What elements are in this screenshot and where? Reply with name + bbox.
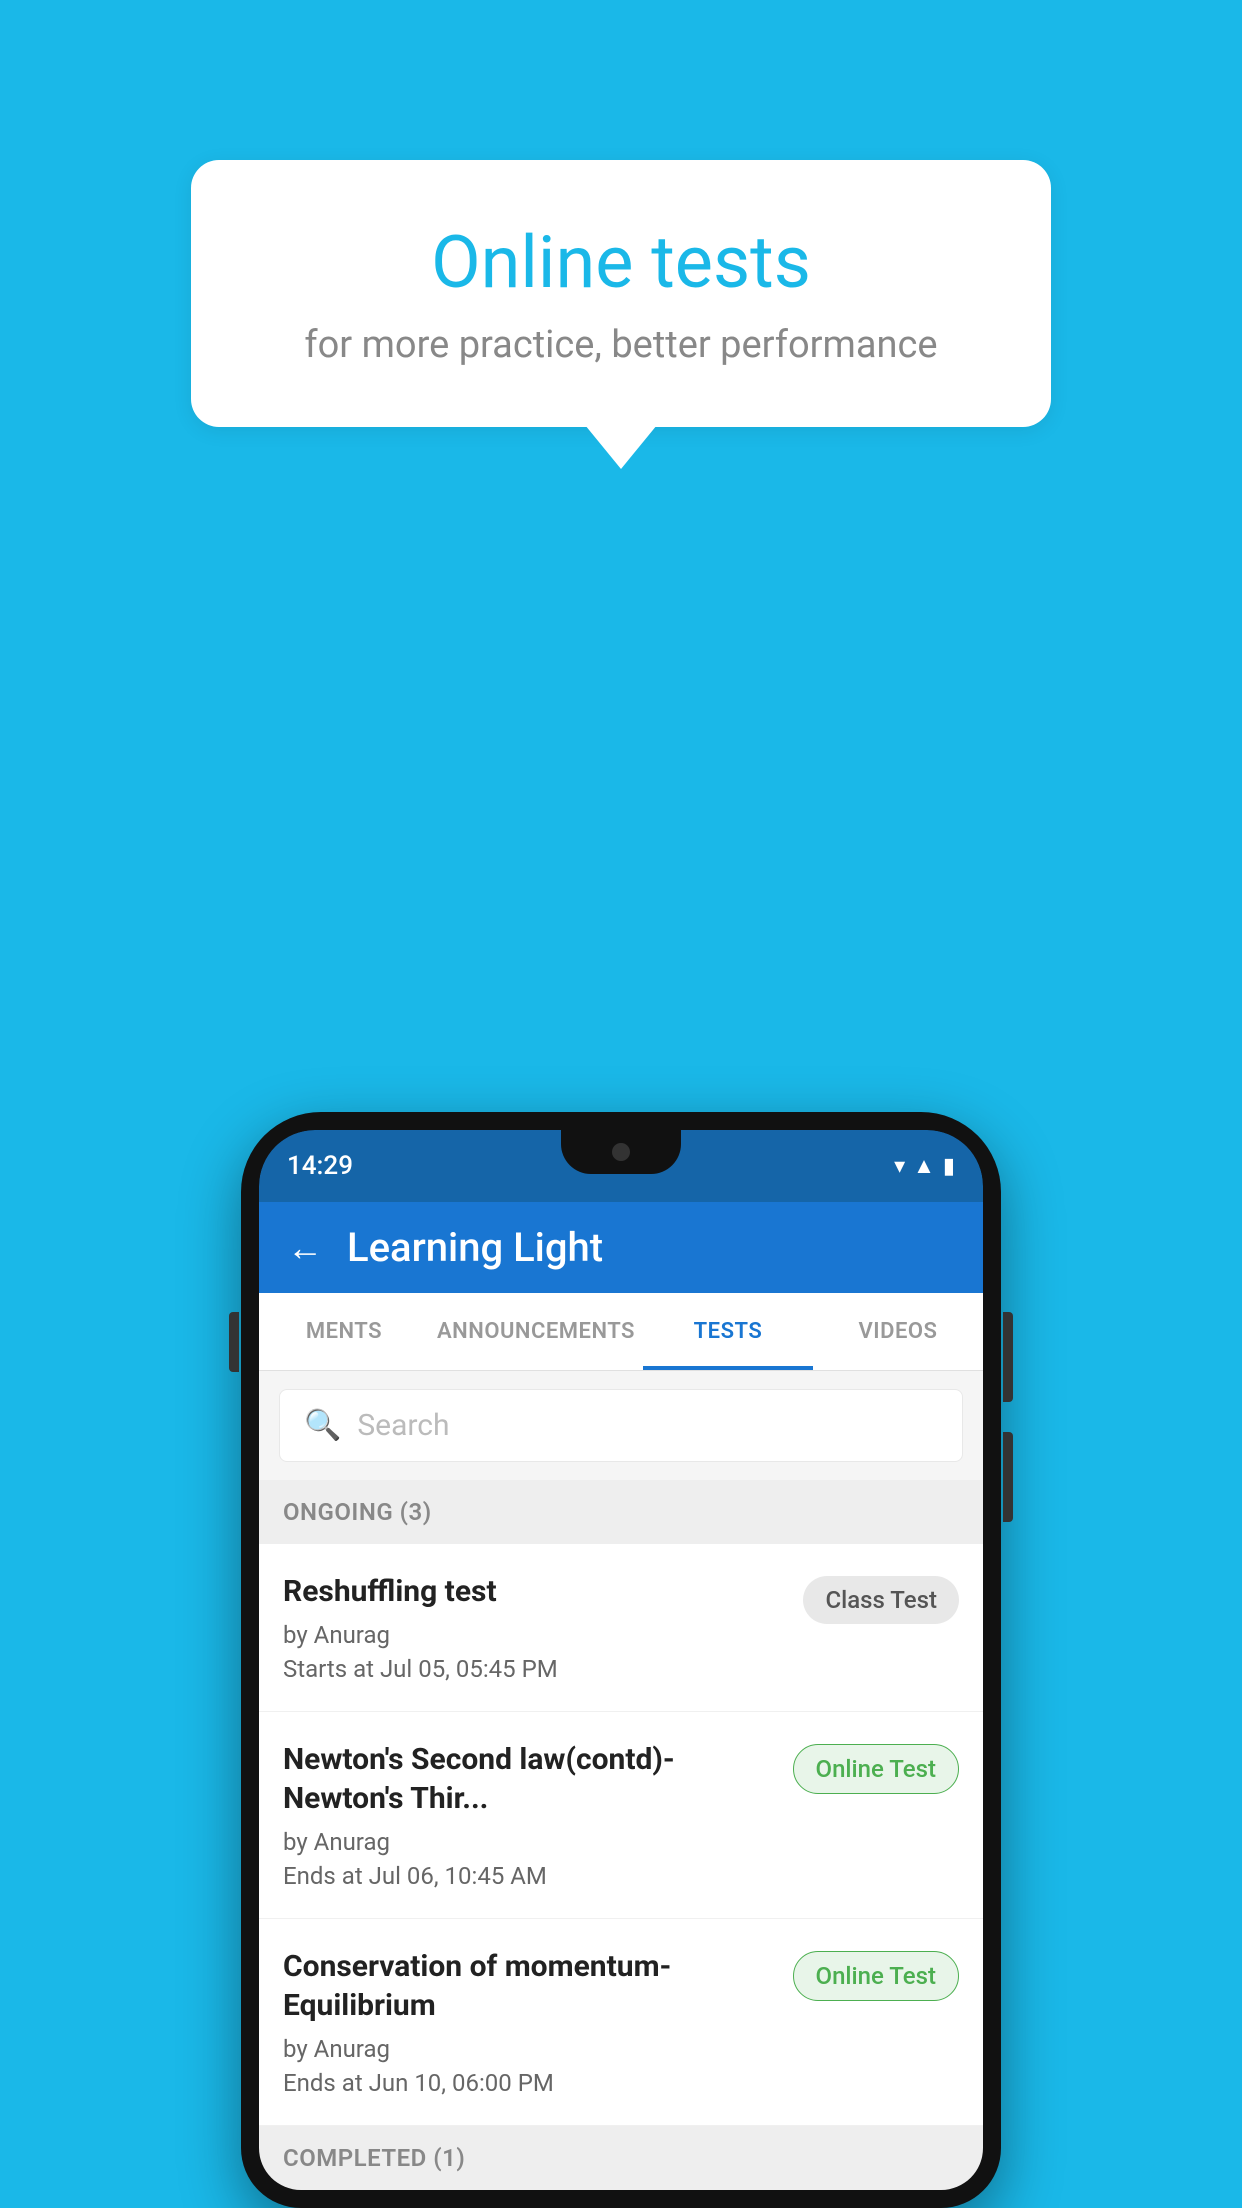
phone-notch — [561, 1130, 681, 1174]
test-time-1: Starts at Jul 05, 05:45 PM — [283, 1655, 787, 1683]
app-header: ← Learning Light — [259, 1202, 983, 1293]
ongoing-section-title: ONGOING (3) — [283, 1498, 432, 1526]
search-container: 🔍 Search — [259, 1371, 983, 1480]
tests-list: Reshuffling test by Anurag Starts at Jul… — [259, 1544, 983, 2126]
test-author-2: by Anurag — [283, 1828, 777, 1856]
tab-ments[interactable]: MENTS — [259, 1293, 429, 1370]
test-badge-1: Class Test — [803, 1576, 959, 1624]
test-info-1: Reshuffling test by Anurag Starts at Jul… — [283, 1572, 787, 1683]
test-author-3: by Anurag — [283, 2035, 777, 2063]
status-icons: ▾ ▲ ▮ — [894, 1153, 955, 1179]
test-badge-2: Online Test — [793, 1744, 959, 1794]
test-time-3: Ends at Jun 10, 06:00 PM — [283, 2069, 777, 2097]
test-item-1[interactable]: Reshuffling test by Anurag Starts at Jul… — [259, 1544, 983, 1712]
search-icon: 🔍 — [304, 1408, 341, 1443]
phone-side-button-right-2 — [1003, 1432, 1013, 1522]
signal-icon: ▲ — [913, 1153, 935, 1179]
app-title: Learning Light — [347, 1224, 603, 1271]
test-item-2[interactable]: Newton's Second law(contd)-Newton's Thir… — [259, 1712, 983, 1919]
bubble-subtitle: for more practice, better performance — [261, 323, 981, 367]
tab-bar: MENTS ANNOUNCEMENTS TESTS VIDEOS — [259, 1293, 983, 1371]
speech-bubble: Online tests for more practice, better p… — [191, 160, 1051, 427]
test-author-1: by Anurag — [283, 1621, 787, 1649]
wifi-icon: ▾ — [894, 1154, 905, 1179]
completed-section-title: COMPLETED (1) — [283, 2144, 465, 2172]
ongoing-section-header: ONGOING (3) — [259, 1480, 983, 1544]
test-badge-3: Online Test — [793, 1951, 959, 2001]
speech-bubble-container: Online tests for more practice, better p… — [191, 160, 1051, 427]
status-bar: 14:29 ▾ ▲ ▮ — [259, 1130, 983, 1202]
phone-side-button-right-1 — [1003, 1312, 1013, 1402]
camera-dot — [612, 1143, 630, 1161]
phone-inner: 14:29 ▾ ▲ ▮ ← Learning Light MENTS — [259, 1130, 983, 2190]
test-time-2: Ends at Jul 06, 10:45 AM — [283, 1862, 777, 1890]
search-placeholder: Search — [357, 1408, 449, 1443]
phone-wrapper: 14:29 ▾ ▲ ▮ ← Learning Light MENTS — [241, 1112, 1001, 2208]
tab-tests[interactable]: TESTS — [643, 1293, 813, 1370]
status-time: 14:29 — [287, 1151, 353, 1181]
back-button[interactable]: ← — [287, 1227, 323, 1269]
tab-announcements[interactable]: ANNOUNCEMENTS — [429, 1293, 643, 1370]
test-name-3: Conservation of momentum-Equilibrium — [283, 1947, 777, 2025]
completed-section-header: COMPLETED (1) — [259, 2126, 983, 2190]
search-bar[interactable]: 🔍 Search — [279, 1389, 963, 1462]
phone-side-button-left — [229, 1312, 239, 1372]
test-item-3[interactable]: Conservation of momentum-Equilibrium by … — [259, 1919, 983, 2126]
test-info-2: Newton's Second law(contd)-Newton's Thir… — [283, 1740, 777, 1890]
battery-icon: ▮ — [943, 1154, 955, 1179]
tab-videos[interactable]: VIDEOS — [813, 1293, 983, 1370]
test-info-3: Conservation of momentum-Equilibrium by … — [283, 1947, 777, 2097]
test-name-2: Newton's Second law(contd)-Newton's Thir… — [283, 1740, 777, 1818]
phone-frame: 14:29 ▾ ▲ ▮ ← Learning Light MENTS — [241, 1112, 1001, 2208]
test-name-1: Reshuffling test — [283, 1572, 787, 1611]
bubble-title: Online tests — [261, 220, 981, 305]
